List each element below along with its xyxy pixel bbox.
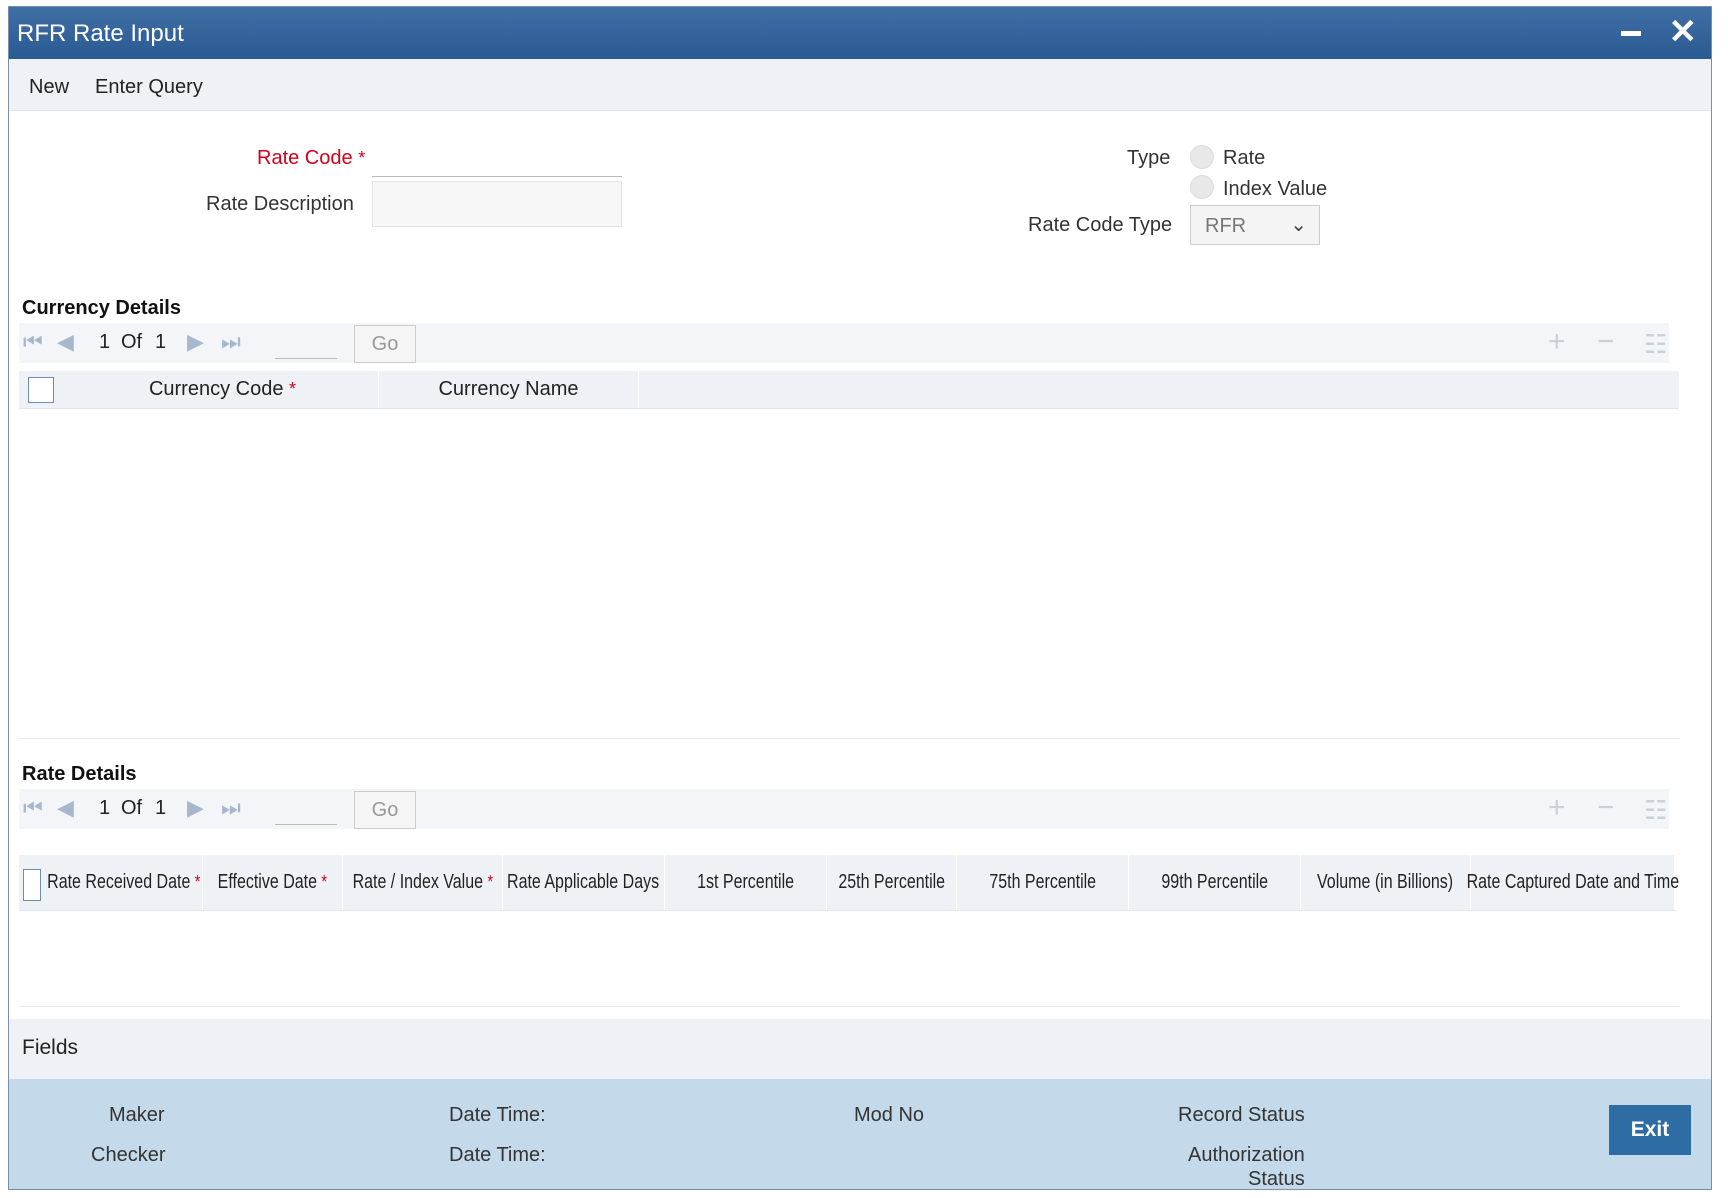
- currency-grid-header: Currency Code * Currency Name: [19, 371, 1679, 409]
- single-view-icon[interactable]: ☷: [1644, 795, 1667, 826]
- column-rate-index-value: Rate / Index Value *: [343, 855, 503, 910]
- audit-panel: Maker Checker Date Time: Date Time: Mod …: [9, 1079, 1711, 1190]
- type-rate-label: Rate: [1223, 147, 1266, 169]
- new-button[interactable]: New: [29, 76, 69, 99]
- column-currency-name: Currency Name: [379, 371, 639, 408]
- column-currency-code: Currency Code *: [67, 371, 379, 408]
- fields-label: Fields: [22, 1036, 79, 1059]
- previous-page-icon[interactable]: ◀: [57, 795, 74, 821]
- delete-row-icon[interactable]: −: [1597, 791, 1615, 825]
- column-effective-date: Effective Date *: [203, 855, 343, 910]
- rate-details-pager: ⏮ ◀ 1 Of 1 ▶ ⏭ Go + − ☷: [19, 789, 1669, 829]
- rate-grid-body: [19, 911, 1679, 1007]
- maker-label: Maker: [109, 1104, 165, 1126]
- mod-no-label: Mod No: [854, 1104, 925, 1126]
- rate-description-input[interactable]: [372, 181, 622, 227]
- column-25th-percentile: 25th Percentile: [827, 855, 957, 910]
- add-row-icon[interactable]: +: [1548, 325, 1566, 359]
- rate-code-label: Rate Code *: [257, 147, 366, 169]
- maker-datetime-label: Date Time:: [449, 1104, 546, 1126]
- currency-details-pager: ⏮ ◀ 1 Of 1 ▶ ⏭ Go + − ☷: [19, 323, 1669, 363]
- go-button[interactable]: Go: [354, 325, 416, 363]
- column-volume-in-billions: Volume (in Billions): [1301, 855, 1471, 910]
- previous-page-icon[interactable]: ◀: [57, 329, 74, 355]
- window-title: RFR Rate Input: [17, 20, 184, 47]
- record-status-label: Record Status: [1178, 1104, 1305, 1126]
- minimize-icon[interactable]: [1621, 31, 1641, 36]
- column-75th-percentile: 75th Percentile: [957, 855, 1129, 910]
- next-page-icon[interactable]: ▶: [187, 795, 204, 821]
- rate-code-input[interactable]: [372, 137, 622, 177]
- type-label: Type: [1127, 147, 1171, 169]
- page-number-input[interactable]: [275, 793, 337, 825]
- toolbar: New Enter Query: [9, 59, 1711, 111]
- first-page-icon[interactable]: ⏮: [23, 795, 43, 821]
- column-99th-percentile: 99th Percentile: [1129, 855, 1301, 910]
- add-row-icon[interactable]: +: [1548, 791, 1566, 825]
- chevron-down-icon: ⌄: [1290, 214, 1307, 236]
- of-label: Of: [121, 331, 143, 353]
- total-pages: 1: [155, 797, 167, 819]
- type-rate-radio[interactable]: [1190, 145, 1214, 169]
- authorization-status-label-line1: Authorization: [1188, 1144, 1305, 1166]
- authorization-status-label-line2: Status: [1248, 1168, 1305, 1190]
- currency-details-title: Currency Details: [22, 297, 181, 319]
- column-rate-received-date: Rate Received Date *: [45, 855, 203, 910]
- type-index-value-radio[interactable]: [1190, 175, 1214, 199]
- select-all-checkbox[interactable]: [28, 377, 54, 403]
- column-rate-captured-date-time: Rate Captured Date and Time: [1466, 855, 1679, 910]
- first-page-icon[interactable]: ⏮: [23, 329, 43, 355]
- enter-query-button[interactable]: Enter Query: [95, 76, 203, 99]
- rate-code-type-value: RFR: [1205, 215, 1247, 237]
- current-page: 1: [99, 331, 111, 353]
- type-index-value-label: Index Value: [1223, 178, 1328, 200]
- column-1st-percentile: 1st Percentile: [665, 855, 827, 910]
- rate-code-type-select[interactable]: RFR ⌄: [1190, 205, 1320, 245]
- last-page-icon[interactable]: ⏭: [221, 329, 241, 355]
- next-page-icon[interactable]: ▶: [187, 329, 204, 355]
- go-button[interactable]: Go: [354, 791, 416, 829]
- single-view-icon[interactable]: ☷: [1644, 329, 1667, 360]
- checker-label: Checker: [91, 1144, 166, 1166]
- delete-row-icon[interactable]: −: [1597, 325, 1615, 359]
- page-number-input[interactable]: [275, 327, 337, 359]
- rfr-rate-input-window: RFR Rate Input ✕ New Enter Query Rate Co…: [8, 6, 1712, 1190]
- rate-description-label: Rate Description: [206, 193, 354, 215]
- of-label: Of: [121, 797, 143, 819]
- rate-grid-header: Rate Received Date * Effective Date * Ra…: [19, 855, 1679, 911]
- column-rate-applicable-days: Rate Applicable Days: [503, 855, 665, 910]
- total-pages: 1: [155, 331, 167, 353]
- close-icon[interactable]: ✕: [1669, 15, 1698, 49]
- title-bar: RFR Rate Input ✕: [9, 7, 1711, 59]
- current-page: 1: [99, 797, 111, 819]
- select-all-checkbox[interactable]: [23, 869, 41, 901]
- fields-bar[interactable]: Fields: [9, 1019, 1711, 1079]
- checker-datetime-label: Date Time:: [449, 1144, 546, 1166]
- exit-button[interactable]: Exit: [1609, 1105, 1691, 1155]
- currency-grid-body: [19, 409, 1679, 739]
- rate-details-title: Rate Details: [22, 763, 137, 785]
- rate-code-type-label: Rate Code Type: [1028, 214, 1173, 236]
- last-page-icon[interactable]: ⏭: [221, 795, 241, 821]
